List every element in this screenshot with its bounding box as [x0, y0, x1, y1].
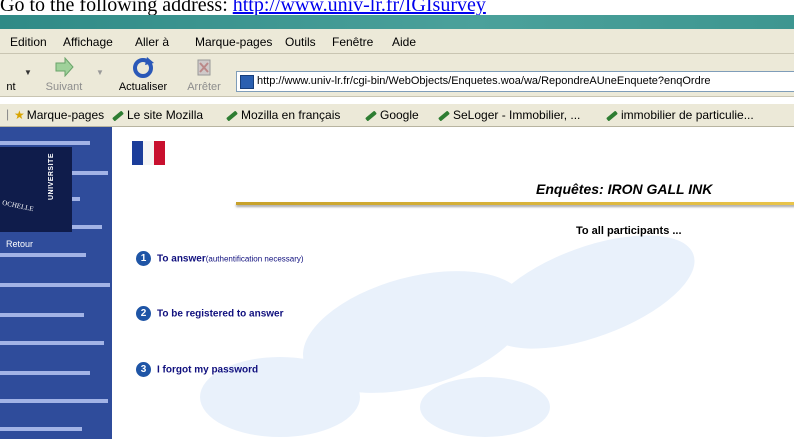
reload-icon: [132, 57, 154, 82]
page-favicon-icon: [240, 75, 254, 89]
logo-text: UNIVERSITE: [48, 153, 55, 201]
window-titlebar: [0, 15, 794, 29]
logo-arc-text: OCHELLE: [1, 198, 35, 214]
option-answer[interactable]: 1 To answer(authentification necessary): [136, 250, 304, 268]
navigation-toolbar: nt ▼ Suivant ▼ Actualiser Arrêter: [0, 54, 794, 97]
sidebar-stripe: [0, 341, 104, 345]
sidebar: UNIVERSITE OCHELLE Retour: [0, 127, 112, 439]
caption-link[interactable]: http://www.univ-lr.fr/IGIsurvey: [233, 0, 486, 16]
number-3-icon: 3: [136, 362, 151, 378]
url-input[interactable]: [257, 73, 794, 88]
page-subtitle: To all participants ...: [576, 225, 682, 237]
flag-red: [154, 141, 165, 165]
option-note: (authentification necessary): [205, 254, 304, 264]
stop-icon: [194, 57, 214, 82]
menu-aide[interactable]: Aide: [392, 35, 416, 49]
option-register[interactable]: 2 To be registered to answer: [136, 305, 284, 323]
forward-arrow-icon: [53, 56, 75, 80]
bookmark-label: Mozilla en français: [241, 108, 341, 122]
reload-button[interactable]: Actualiser: [110, 54, 176, 96]
bookmarks-icon: ★: [14, 108, 25, 122]
caption-prefix: Go to the following address:: [0, 0, 233, 16]
menu-affichage[interactable]: Affichage: [63, 35, 113, 49]
option-label[interactable]: To be registered to answer: [157, 308, 284, 319]
bookmark-pen-icon: [365, 110, 377, 122]
title-underline: [236, 202, 794, 205]
stop-label: Arrêter: [187, 81, 221, 93]
page-title: Enquêtes: IRON GALL INK: [536, 181, 713, 197]
bookmark-label: Le site Mozilla: [127, 108, 204, 122]
bookmarks-bar: | ★ Marque-pages Le site Mozilla Mozilla …: [0, 104, 794, 127]
menu-marque-pages[interactable]: Marque-pages: [195, 35, 272, 49]
retour-link[interactable]: Retour: [6, 239, 33, 249]
back-dropdown-icon[interactable]: ▼: [24, 68, 32, 77]
bookmark-pen-icon: [606, 110, 618, 122]
web-content: UNIVERSITE OCHELLE Retour Enquêtes: IRON…: [0, 127, 794, 439]
number-1-icon: 1: [136, 251, 151, 267]
back-button[interactable]: nt: [0, 54, 22, 96]
bookmarks-grip-icon: |: [6, 107, 10, 121]
forward-button[interactable]: Suivant: [36, 54, 92, 96]
bookmark-label: SeLoger - Immobilier, ...: [453, 108, 581, 122]
menu-aller-a[interactable]: Aller à: [135, 35, 169, 49]
back-label: nt: [6, 81, 16, 93]
url-bar[interactable]: [236, 71, 794, 92]
bookmark-seloger[interactable]: SeLoger - Immobilier, ...: [438, 108, 580, 122]
bookmark-pen-icon: [112, 110, 124, 122]
document-caption: Go to the following address: http://www.…: [0, 0, 794, 16]
number-2-icon: 2: [136, 306, 151, 322]
menu-fenetre[interactable]: Fenêtre: [332, 35, 373, 49]
sidebar-stripe: [0, 313, 84, 317]
university-logo[interactable]: UNIVERSITE OCHELLE: [0, 147, 72, 232]
option-label[interactable]: I forgot my password: [157, 364, 258, 375]
menu-bar: Edition Affichage Aller à Marque-pages O…: [0, 29, 794, 54]
flag-blue: [132, 141, 143, 165]
sidebar-stripe: [0, 253, 86, 257]
bookmark-pen-icon: [438, 110, 450, 122]
bookmark-mozilla-fr[interactable]: Mozilla en français: [226, 108, 340, 122]
forward-dropdown-icon[interactable]: ▼: [96, 68, 104, 77]
french-flag-icon[interactable]: [132, 141, 166, 165]
forward-label: Suivant: [45, 81, 83, 93]
reload-label: Actualiser: [118, 81, 168, 93]
bookmark-google[interactable]: Google: [365, 108, 419, 122]
sidebar-stripe: [0, 371, 90, 375]
world-map-shape: [420, 377, 550, 437]
stop-button[interactable]: Arrêter: [180, 54, 228, 96]
sidebar-stripe: [0, 427, 82, 431]
flag-white: [143, 141, 154, 165]
option-forgot-password[interactable]: 3 I forgot my password: [136, 361, 258, 379]
sidebar-stripe: [0, 283, 110, 287]
bookmark-pen-icon: [226, 110, 238, 122]
menu-edition[interactable]: Edition: [10, 35, 47, 49]
bookmark-label: immobilier de particulie...: [621, 108, 754, 122]
bookmark-marque-pages[interactable]: ★ Marque-pages: [14, 108, 104, 122]
bookmark-label: Google: [380, 108, 419, 122]
bookmark-label: Marque-pages: [26, 108, 105, 122]
sidebar-stripe: [0, 399, 108, 403]
bookmark-immobilier[interactable]: immobilier de particulie...: [606, 108, 754, 122]
option-label[interactable]: To answer: [157, 253, 206, 264]
bookmark-mozilla-site[interactable]: Le site Mozilla: [112, 108, 203, 122]
menu-outils[interactable]: Outils: [285, 35, 316, 49]
sidebar-stripe: [0, 141, 90, 145]
